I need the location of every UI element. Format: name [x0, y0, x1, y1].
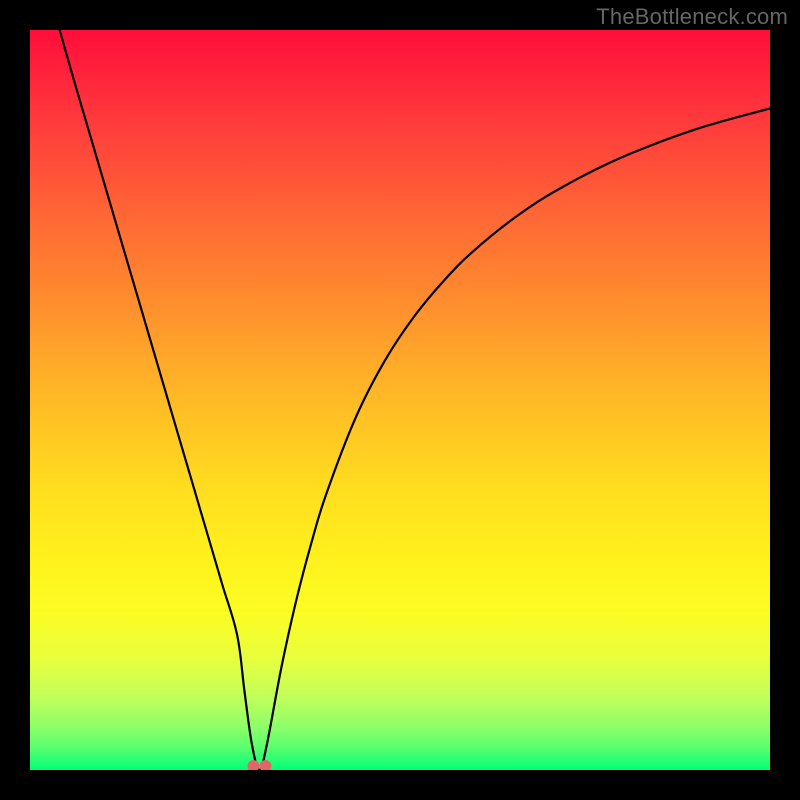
minimum-dot	[247, 760, 259, 770]
bottleneck-curve	[60, 30, 770, 770]
curve-svg	[30, 30, 770, 770]
minimum-dot	[259, 760, 271, 770]
plot-area	[30, 30, 770, 770]
chart-frame: TheBottleneck.com	[0, 0, 800, 800]
minimum-marker	[247, 760, 271, 770]
watermark-text: TheBottleneck.com	[596, 4, 788, 30]
